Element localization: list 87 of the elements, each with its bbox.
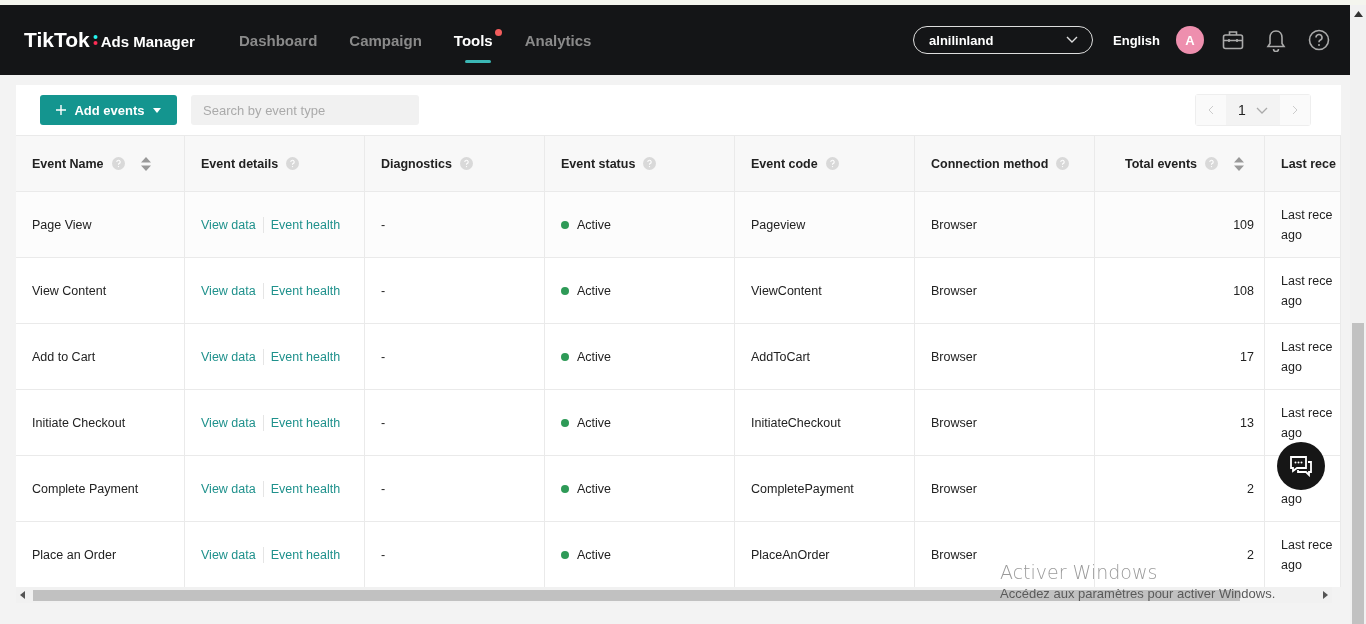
avatar[interactable]: A (1176, 26, 1204, 54)
table-cell-text: Last rece ago (1281, 206, 1333, 244)
sort-icon[interactable] (140, 156, 151, 171)
table-cell: Initiate Checkout (32, 415, 126, 430)
table-cell: 13 (1240, 415, 1254, 430)
column-title: Event code (751, 156, 818, 171)
event-health-link[interactable]: Event health (270, 481, 341, 496)
table-cell-text: Last rece ago (1281, 536, 1333, 574)
column-title: Last rece (1281, 156, 1336, 171)
table-cell: Pageview (751, 217, 806, 232)
table-cell: - (381, 415, 386, 430)
column-title: Total events (1125, 156, 1197, 171)
nav-tab[interactable]: Campaign (349, 21, 422, 59)
column-title: Event details (201, 156, 279, 171)
table-cell: Place an Order (32, 547, 117, 562)
event-health-link[interactable]: Event health (270, 547, 341, 562)
table-cell: - (381, 349, 386, 364)
view-data-link[interactable]: View data (201, 481, 256, 496)
table-cell: PlaceAnOrder (751, 547, 830, 562)
event-health-link[interactable]: Event health (270, 415, 341, 430)
table-cell: - (381, 217, 386, 232)
table-cell: 2 (1247, 481, 1254, 496)
table-cell: InitiateCheckout (751, 415, 841, 430)
view-data-link[interactable]: View data (201, 415, 256, 430)
column-title: Diagnostics (381, 156, 452, 171)
add-events-button[interactable]: Add events (40, 95, 177, 125)
plus-icon (56, 105, 67, 115)
table-cell-text: Last rece ago (1281, 338, 1333, 376)
chevron-down-icon (1066, 36, 1079, 44)
scroll-up-icon[interactable] (1353, 11, 1363, 17)
table-cell: CompletePayment (751, 481, 854, 496)
status-text: Active (577, 547, 612, 562)
column-title: Event Name (32, 156, 104, 171)
briefcase-icon[interactable] (1222, 30, 1244, 50)
table-cell-text: Last rece ago (1281, 404, 1333, 442)
table-cell: Complete Payment (32, 481, 139, 496)
status-text: Active (577, 217, 612, 232)
view-data-link[interactable]: View data (201, 547, 256, 562)
table-cell-text: ago (1281, 490, 1302, 508)
table-cell: Browser (931, 217, 977, 232)
view-data-link[interactable]: View data (201, 349, 256, 364)
scroll-left-icon[interactable] (20, 591, 26, 599)
column-title: Event status (561, 156, 636, 171)
table-cell: View Content (32, 283, 107, 298)
caret-icon (152, 107, 161, 113)
logo-text[interactable]: TikTok (24, 28, 90, 52)
chat-bubbles-icon (1289, 455, 1313, 477)
table-cell: - (381, 547, 386, 562)
event-health-link[interactable]: Event health (270, 217, 341, 232)
table-cell: 17 (1240, 349, 1254, 364)
status-text: Active (577, 349, 612, 364)
view-data-link[interactable]: View data (201, 217, 256, 232)
activation-notice-text: Accédez aux paramètres pour activer Windows. (1000, 586, 1276, 601)
event-health-link[interactable]: Event health (270, 349, 341, 364)
table-cell: Page View (32, 217, 92, 232)
logo-dots-icon (92, 34, 98, 46)
status-text: Active (577, 415, 612, 430)
help-icon[interactable] (1308, 29, 1330, 51)
table-cell-text: Last rece ago (1281, 272, 1333, 310)
table-cell: 109 (1233, 217, 1254, 232)
activation-notice-title: Activer Windows (1000, 561, 1159, 583)
table-cell: - (381, 481, 386, 496)
notification-bell-icon[interactable] (1266, 28, 1286, 52)
product-name: Ads Manager (100, 33, 195, 50)
table-cell: - (381, 283, 386, 298)
event-health-link[interactable]: Event health (270, 283, 341, 298)
scroll-right-icon[interactable] (1322, 591, 1328, 599)
column-title: Connection method (931, 156, 1049, 171)
search-field[interactable]: Search by event type (191, 95, 419, 125)
nav-tab[interactable]: Dashboard (238, 21, 318, 59)
table-cell: Browser (931, 481, 977, 496)
table-cell: 108 (1233, 283, 1254, 298)
table-cell: AddToCart (751, 349, 811, 364)
table-cell: Browser (931, 415, 977, 430)
table-cell: Browser (931, 547, 977, 562)
table-cell: 2 (1247, 547, 1254, 562)
table-cell: Browser (931, 283, 977, 298)
table-cell: Browser (931, 349, 977, 364)
nav-tab[interactable]: Analytics (524, 21, 592, 59)
sort-icon[interactable] (1234, 156, 1244, 171)
status-text: Active (577, 283, 612, 298)
status-text: Active (577, 481, 612, 496)
view-data-link[interactable]: View data (201, 283, 256, 298)
nav-tab[interactable]: Tools (453, 21, 502, 59)
table-cell: ViewContent (751, 283, 822, 298)
language-button[interactable]: English (1113, 32, 1160, 48)
table-cell: Add to Cart (32, 349, 96, 364)
